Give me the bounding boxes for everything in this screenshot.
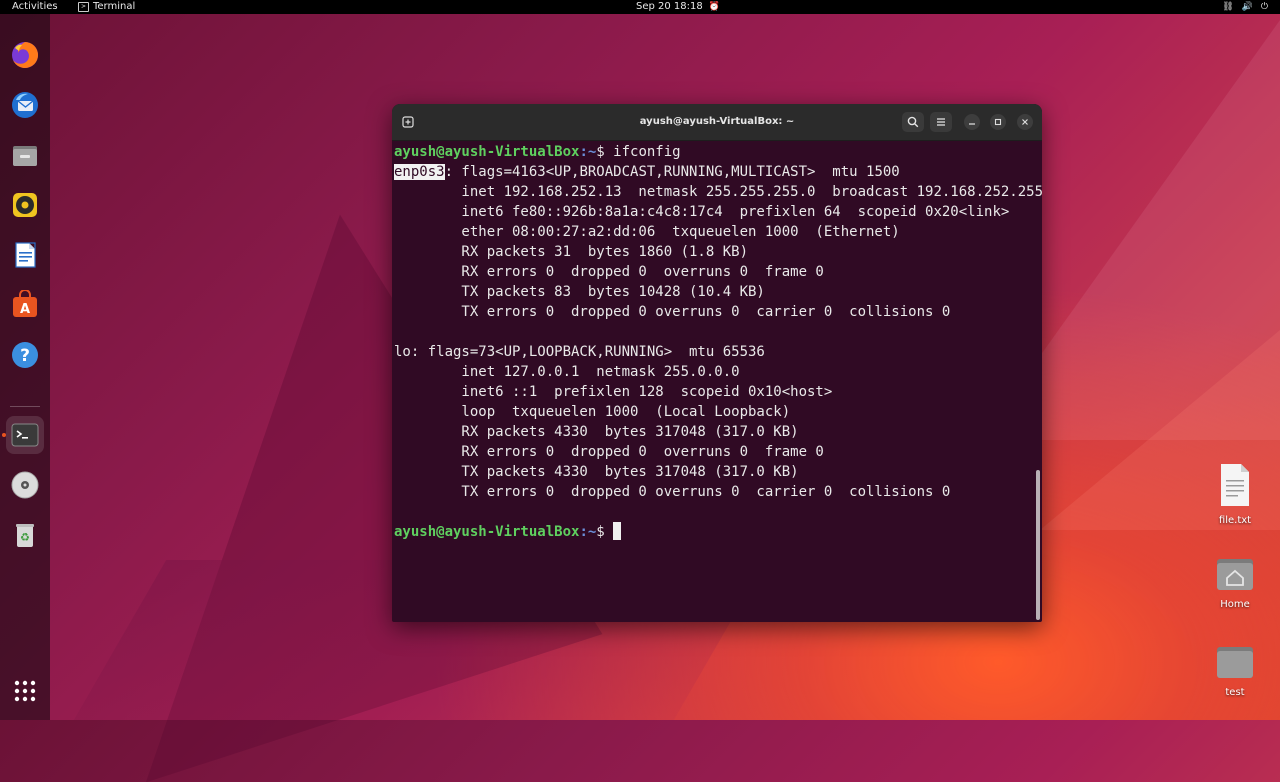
- trash-icon: ♻: [16, 524, 34, 547]
- thunderbird-icon: [12, 92, 38, 118]
- output-line: TX packets 83 bytes 10428 (10.4 KB): [394, 284, 765, 300]
- search-button[interactable]: [902, 112, 924, 132]
- dock-terminal[interactable]: [6, 416, 44, 454]
- top-bar: Activities > Terminal Sep 20 18:18 ⏰ ⛓ 🔊…: [0, 0, 1280, 14]
- terminal-icon: >: [78, 2, 89, 12]
- dock-trash[interactable]: ♻: [6, 516, 44, 554]
- menu-button[interactable]: [930, 112, 952, 132]
- output-line: ether 08:00:27:a2:dd:06 txqueuelen 1000 …: [394, 224, 900, 240]
- svg-text:A: A: [20, 302, 30, 317]
- text-file-icon: [1221, 464, 1249, 506]
- output-line: lo: flags=73<UP,LOOPBACK,RUNNING> mtu 65…: [394, 344, 765, 360]
- clock-label: Sep 20 18:18: [636, 1, 703, 12]
- disc-icon: [11, 471, 39, 499]
- output-line: inet 192.168.252.13 netmask 255.255.255.…: [394, 184, 1042, 200]
- output-line: inet 127.0.0.1 netmask 255.0.0.0: [394, 364, 740, 380]
- prompt-path: :~: [579, 524, 597, 540]
- svg-text:♻: ♻: [20, 531, 30, 544]
- network-icon: ⛓: [1222, 2, 1234, 12]
- desktop-icon-label: test: [1225, 687, 1245, 698]
- svg-text:?: ?: [20, 346, 30, 366]
- interface-flags: : flags=4163<UP,BROADCAST,RUNNING,MULTIC…: [444, 164, 900, 180]
- prompt-symbol: $: [596, 144, 614, 160]
- dock-firefox[interactable]: [6, 36, 44, 74]
- output-line: RX packets 4330 bytes 317048 (317.0 KB): [394, 424, 799, 440]
- search-icon: [907, 116, 919, 128]
- desktop-icon-file[interactable]: file.txt: [1200, 462, 1270, 526]
- prompt-symbol: $: [596, 524, 614, 540]
- dock-disc[interactable]: [6, 466, 44, 504]
- dock-separator: [10, 406, 40, 407]
- dock-writer[interactable]: [6, 236, 44, 274]
- output-line: TX errors 0 dropped 0 overruns 0 carrier…: [394, 484, 951, 500]
- dock-thunderbird[interactable]: [6, 86, 44, 124]
- terminal-headerbar[interactable]: ayush@ayush-VirtualBox: ~: [392, 104, 1042, 141]
- command-text: ifconfig: [613, 144, 681, 160]
- dock-help[interactable]: ?: [6, 336, 44, 374]
- help-icon: ?: [12, 342, 38, 368]
- desktop-icon-label: Home: [1220, 599, 1250, 610]
- activities-button[interactable]: Activities: [12, 0, 58, 14]
- terminal-icon: [11, 423, 39, 447]
- output-line: RX packets 31 bytes 1860 (1.8 KB): [394, 244, 749, 260]
- running-indicator: [2, 433, 6, 437]
- output-line: RX errors 0 dropped 0 overruns 0 frame 0: [394, 264, 824, 280]
- minimize-button[interactable]: [964, 114, 980, 130]
- alarm-icon: ⏰: [708, 2, 720, 12]
- files-icon: [13, 146, 37, 166]
- minimize-icon: [969, 123, 975, 125]
- terminal-window[interactable]: ayush@ayush-VirtualBox: ~ ◁ ayush@ayush-…: [392, 104, 1042, 622]
- desktop-icon-test[interactable]: test: [1200, 644, 1270, 698]
- folder-icon: [1217, 647, 1253, 678]
- dock-files[interactable]: [6, 136, 44, 174]
- output-line: RX errors 0 dropped 0 overruns 0 frame 0: [394, 444, 824, 460]
- app-menu[interactable]: > Terminal: [78, 0, 135, 14]
- selected-interface-name: enp0s3: [394, 164, 445, 180]
- maximize-icon: [994, 118, 1002, 126]
- system-menu[interactable]: ⛓ 🔊 ⏻: [1222, 0, 1268, 14]
- dock: A ? ♻: [0, 14, 50, 720]
- power-icon: ⏻: [1260, 2, 1268, 12]
- app-menu-label: Terminal: [93, 1, 136, 12]
- home-folder-icon: [1217, 559, 1253, 590]
- output-line: enp0s3: flags=4163<UP,BROADCAST,RUNNING,…: [394, 162, 1028, 182]
- prompt-user: ayush@ayush-VirtualBox: [394, 144, 580, 160]
- close-icon: [1022, 119, 1028, 125]
- output-line: loop txqueuelen 1000 (Local Loopback): [394, 404, 791, 420]
- prompt-user: ayush@ayush-VirtualBox: [394, 524, 580, 540]
- command-line: ayush@ayush-VirtualBox:~$ ifconfig: [394, 142, 1028, 162]
- writer-icon: [15, 242, 36, 268]
- volume-icon: 🔊: [1241, 2, 1253, 12]
- desktop-icon-home[interactable]: Home: [1200, 556, 1270, 610]
- dock-rhythmbox[interactable]: [6, 186, 44, 224]
- text-cursor: [613, 522, 622, 540]
- software-icon: A: [13, 290, 37, 317]
- show-apps-button[interactable]: [6, 672, 44, 710]
- maximize-button[interactable]: [990, 114, 1006, 130]
- output-line: TX errors 0 dropped 0 overruns 0 carrier…: [394, 304, 951, 320]
- prompt-line[interactable]: ayush@ayush-VirtualBox:~$: [394, 522, 1028, 542]
- output-line: inet6 fe80::926b:8a1a:c4c8:17c4 prefixle…: [394, 204, 1010, 220]
- dock-software[interactable]: A: [6, 286, 44, 324]
- clock[interactable]: Sep 20 18:18 ⏰: [636, 0, 720, 14]
- output-line: inet6 ::1 prefixlen 128 scopeid 0x10<hos…: [394, 384, 833, 400]
- rhythmbox-icon: [13, 193, 37, 217]
- firefox-icon: [12, 42, 38, 68]
- hamburger-icon: [937, 118, 945, 126]
- output-line: TX packets 4330 bytes 317048 (317.0 KB): [394, 464, 799, 480]
- close-button[interactable]: [1017, 114, 1033, 130]
- grid-icon: [14, 680, 36, 702]
- desktop-icon-label: file.txt: [1218, 515, 1252, 526]
- terminal-output[interactable]: ◁ ayush@ayush-VirtualBox:~$ ifconfig enp…: [394, 142, 1042, 618]
- prompt-path: :~: [579, 144, 597, 160]
- scrollbar[interactable]: [1036, 470, 1040, 620]
